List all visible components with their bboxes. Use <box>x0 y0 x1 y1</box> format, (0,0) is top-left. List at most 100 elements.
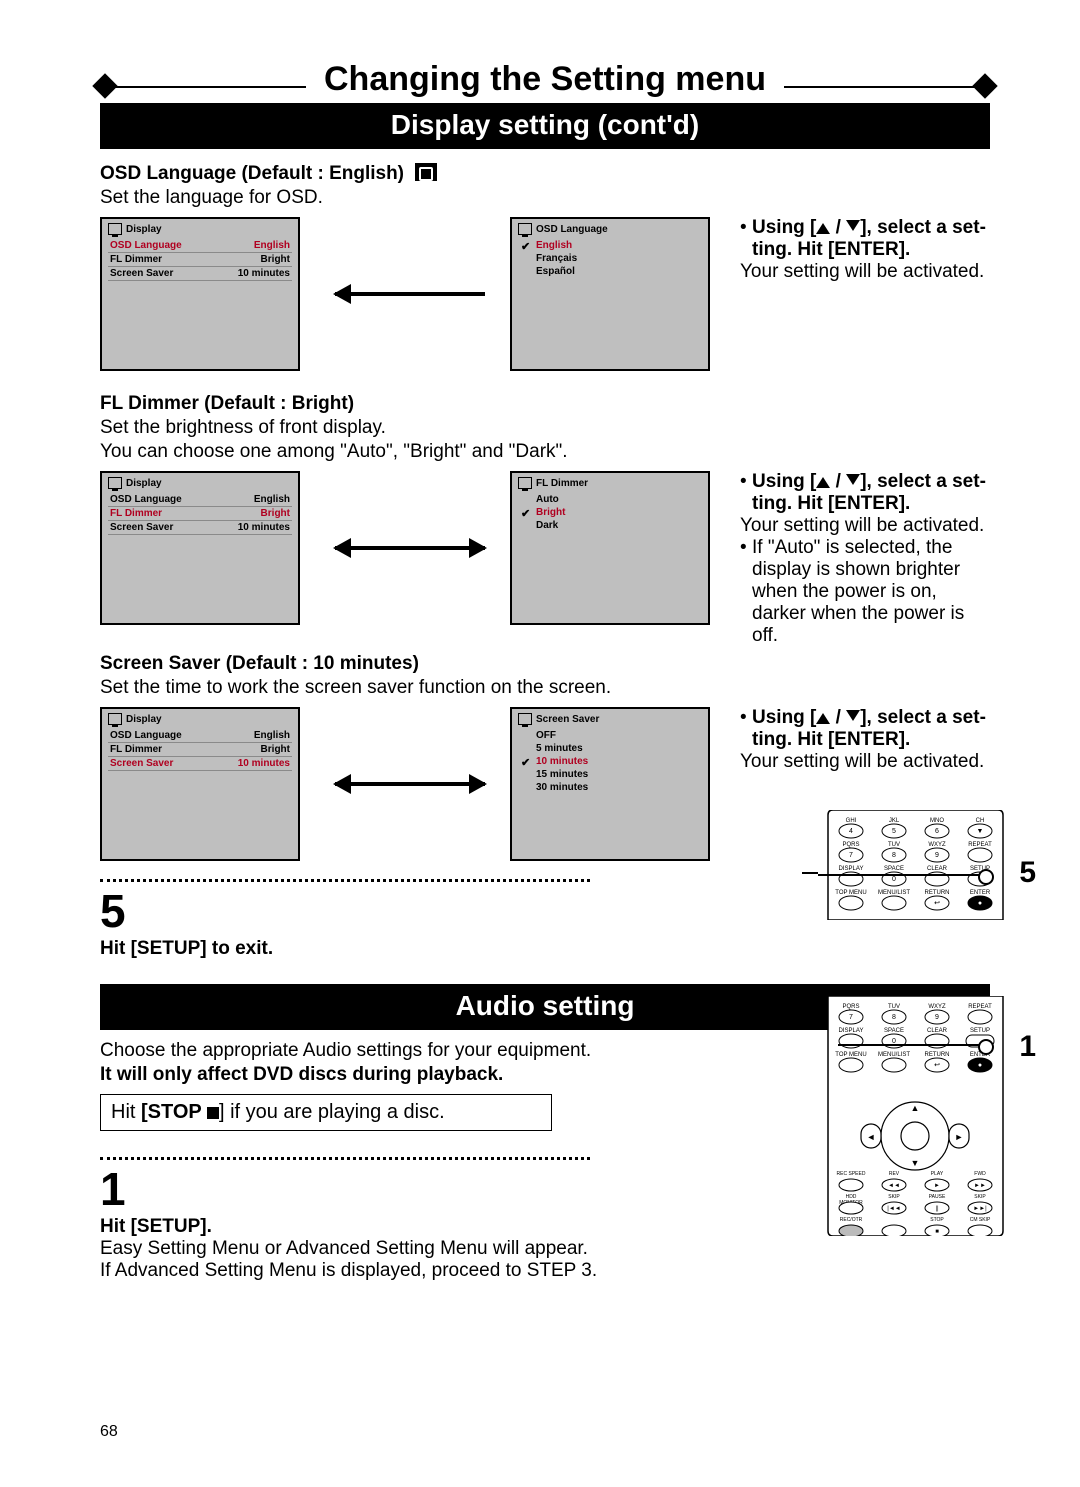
svg-text:PLAY: PLAY <box>931 1171 944 1177</box>
svg-text:FWD: FWD <box>974 1171 986 1177</box>
svg-text:SKIP: SKIP <box>974 1194 986 1200</box>
section-header-display: Display setting (cont'd) <box>100 103 990 149</box>
svg-text:SPACE: SPACE <box>884 1028 904 1034</box>
dotted-divider <box>100 1157 590 1160</box>
stop-instruction-box: Hit [STOP ] if you are playing a disc. <box>100 1094 552 1131</box>
dotted-divider <box>100 879 590 882</box>
svg-text:REC SPEED: REC SPEED <box>837 1171 866 1177</box>
remote-diagram-top: GHI4JKL5MNO6CH▼PQRS7TUV8WXYZ9REPEATDISPL… <box>823 810 1008 925</box>
ss-heading: Screen Saver (Default : 10 minutes) <box>100 653 990 675</box>
svg-text:GHI: GHI <box>846 818 857 824</box>
svg-text:REPEAT: REPEAT <box>968 842 992 848</box>
callout-line <box>818 874 988 876</box>
svg-text:TUV: TUV <box>888 842 900 848</box>
submenu-item: 5 minutes <box>518 742 702 755</box>
svg-text:TOP MENU: TOP MENU <box>835 890 866 896</box>
svg-text:●: ● <box>978 1062 982 1069</box>
svg-text:TOP MENU: TOP MENU <box>835 1052 866 1058</box>
menu-row: FL DimmerBright <box>108 743 292 757</box>
osd-display-menu: Display OSD LanguageEnglishFL DimmerBrig… <box>100 217 300 371</box>
svg-text:8: 8 <box>892 852 896 859</box>
svg-text:0: 0 <box>892 876 896 883</box>
osd-instructions: Using [ / ], select a set-ting. Hit [ENT… <box>730 217 990 283</box>
submenu-item: Dark <box>518 519 702 532</box>
menu-row: FL DimmerBright <box>108 253 292 267</box>
fl-desc1: Set the brightness of front display. <box>100 417 990 439</box>
step-1-head: Hit [SETUP]. <box>100 1216 212 1237</box>
fl-instructions: Using [ / ], select a set-ting. Hit [ENT… <box>730 471 990 647</box>
callout-line <box>838 1044 988 1046</box>
svg-text:DISPLAY: DISPLAY <box>839 1028 864 1034</box>
svg-text:▲: ▲ <box>911 1103 920 1113</box>
menu-title: Display <box>126 478 162 489</box>
menu-row: FL DimmerBright <box>108 507 292 521</box>
submenu-item: ✔English <box>518 239 702 252</box>
svg-text:CLEAR: CLEAR <box>927 866 948 872</box>
svg-text:JKL: JKL <box>889 818 900 824</box>
diamond-left-icon <box>92 73 117 98</box>
svg-text:PAUSE: PAUSE <box>929 1194 946 1200</box>
callout-5: 5 <box>1019 856 1036 890</box>
audio-bold: It will only affect DVD discs during pla… <box>100 1064 503 1085</box>
tv-icon <box>518 223 532 235</box>
ss-desc: Set the time to work the screen saver fu… <box>100 677 990 699</box>
tv-icon <box>518 477 532 489</box>
svg-text:◄: ◄ <box>867 1132 876 1142</box>
menu-row: OSD LanguageEnglish <box>108 729 292 743</box>
up-triangle-icon <box>816 713 830 724</box>
svg-text:SPACE: SPACE <box>884 866 904 872</box>
svg-text:|◄◄: |◄◄ <box>887 1206 900 1212</box>
svg-text:6: 6 <box>935 828 939 835</box>
up-triangle-icon <box>816 477 830 488</box>
svg-text:TUV: TUV <box>888 1004 900 1010</box>
svg-text:►►: ►► <box>974 1183 986 1189</box>
fl-display-menu: Display OSD LanguageEnglishFL DimmerBrig… <box>100 471 300 625</box>
arrow-both-icon <box>335 782 485 786</box>
submenu-item: 30 minutes <box>518 781 702 794</box>
svg-text:MNO: MNO <box>930 818 944 824</box>
osd-desc: Set the language for OSD. <box>100 187 990 209</box>
fl-dimmer-submenu: FL Dimmer Auto✔BrightDark <box>510 471 710 625</box>
svg-text:5: 5 <box>892 828 896 835</box>
submenu-item: Français <box>518 252 702 265</box>
osd-language-submenu: OSD Language ✔EnglishFrançaisEspañol <box>510 217 710 371</box>
step-5-text: Hit [SETUP] to exit. <box>100 938 273 959</box>
submenu-item: ✔Bright <box>518 506 702 519</box>
callout-1: 1 <box>1019 1030 1036 1064</box>
fl-extra: If "Auto" is selected, the display is sh… <box>740 537 990 647</box>
ss-instr-plain: Your setting will be activated. <box>740 751 990 773</box>
ss-instructions: Using [ / ], select a set-ting. Hit [ENT… <box>730 707 990 773</box>
svg-text:REV: REV <box>889 1171 900 1177</box>
svg-text:SKIP: SKIP <box>888 1194 900 1200</box>
submenu-item: Español <box>518 265 702 278</box>
diamond-right-icon <box>972 73 997 98</box>
svg-text:CLEAR: CLEAR <box>927 1028 948 1034</box>
svg-text:MENU/LIST: MENU/LIST <box>878 1052 910 1058</box>
tv-icon <box>518 713 532 725</box>
submenu-item: Auto <box>518 493 702 506</box>
page-title-banner: Changing the Setting menu <box>100 60 990 99</box>
down-triangle-icon <box>846 220 860 231</box>
menu-row: Screen Saver10 minutes <box>108 267 292 281</box>
svg-text:DISPLAY: DISPLAY <box>839 866 864 872</box>
arrow-left-icon <box>335 292 485 296</box>
svg-text:MENU/LIST: MENU/LIST <box>878 890 910 896</box>
submenu-item: ✔10 minutes <box>518 755 702 768</box>
svg-text:7: 7 <box>849 1014 853 1021</box>
note-icon <box>415 163 437 181</box>
menu-title: Display <box>126 714 162 725</box>
svg-text:WXYZ: WXYZ <box>928 842 946 848</box>
svg-text:REPEAT: REPEAT <box>968 1004 992 1010</box>
svg-text:↩: ↩ <box>934 900 940 907</box>
submenu-item: OFF <box>518 729 702 742</box>
fl-instr-plain: Your setting will be activated. <box>740 515 990 537</box>
svg-text:►►|: ►►| <box>973 1206 987 1212</box>
osd-heading: OSD Language (Default : English) <box>100 163 990 185</box>
svg-text:SETUP: SETUP <box>970 1028 990 1034</box>
svg-text:9: 9 <box>935 1014 939 1021</box>
up-triangle-icon <box>816 223 830 234</box>
arrow-both-icon <box>335 546 485 550</box>
stop-square-icon <box>207 1107 219 1119</box>
svg-text:REC/OTR: REC/OTR <box>840 1217 863 1223</box>
svg-text:9: 9 <box>935 852 939 859</box>
